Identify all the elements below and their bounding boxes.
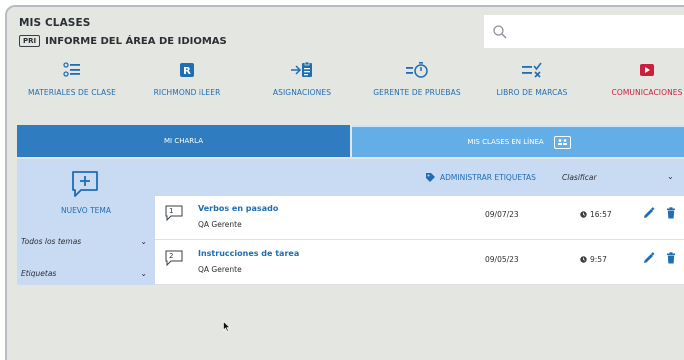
topic-date: 09/05/23 <box>485 255 519 264</box>
class-name: INFORME DEL ÁREA DE IDIOMAS <box>45 35 227 47</box>
edit-icon[interactable] <box>643 207 655 219</box>
topic-time-value: 9:57 <box>590 255 607 264</box>
chevron-down-icon[interactable]: ⌄ <box>667 172 674 181</box>
tab-label: MIS CLASES EN LÍNEA <box>467 138 544 146</box>
level-badge: PRI <box>19 35 41 47</box>
search-icon <box>493 25 507 39</box>
nav-gradebook[interactable]: LIBRO DE MARCAS <box>477 59 587 97</box>
topic-row[interactable]: 2 Instrucciones de tarea QA Gerente 09/0… <box>155 241 684 285</box>
tab-bar: MI CHARLA MIS CLASES EN LÍNEA <box>17 125 684 157</box>
tab-online-classes[interactable]: MIS CLASES EN LÍNEA <box>352 125 684 157</box>
sort-dropdown[interactable]: Clasificar <box>562 173 597 182</box>
new-topic-button[interactable]: NUEVO TEMA <box>17 206 155 215</box>
nav-class-materials[interactable]: MATERIALES DE CLASE <box>17 59 127 97</box>
filter-label: Todos los temas <box>21 236 82 246</box>
comment-count-icon <box>165 250 183 266</box>
nav-label: LIBRO DE MARCAS <box>496 88 568 97</box>
new-topic-icon[interactable] <box>70 169 100 199</box>
app-frame: MIS CLASES PRI INFORME DEL ÁREA DE IDIOM… <box>5 5 684 360</box>
timer-icon <box>406 62 428 78</box>
nav-test-manager[interactable]: GERENTE DE PRUEBAS <box>362 59 472 97</box>
filter-tags[interactable]: Etiquetas ⌄ <box>21 265 151 281</box>
nav-assignments[interactable]: ASIGNACIONES <box>247 59 357 97</box>
topic-author: QA Gerente <box>198 220 242 229</box>
topics-sidebar: NUEVO TEMA Todos los temas ⌄ Etiquetas ⌄ <box>17 159 155 285</box>
tag-icon <box>426 173 435 182</box>
list-icon <box>63 62 80 77</box>
clock-icon <box>580 211 587 218</box>
topic-row[interactable]: 1 Verbos en pasado QA Gerente 09/07/23 1… <box>155 196 684 240</box>
class-subtitle: PRI INFORME DEL ÁREA DE IDIOMAS <box>19 35 227 47</box>
assignment-icon <box>291 61 312 77</box>
topic-title[interactable]: Instrucciones de tarea <box>198 249 299 258</box>
page-title: MIS CLASES <box>19 17 91 29</box>
chevron-down-icon: ⌄ <box>140 236 147 246</box>
topic-title[interactable]: Verbos en pasado <box>198 204 278 213</box>
edit-icon[interactable] <box>643 252 655 264</box>
mouse-cursor-icon <box>223 321 231 332</box>
nav-label: MATERIALES DE CLASE <box>28 88 116 97</box>
header: MIS CLASES PRI INFORME DEL ÁREA DE IDIOM… <box>7 7 684 49</box>
nav-label: RICHMOND iLEER <box>153 88 221 97</box>
trash-icon[interactable] <box>666 252 676 264</box>
main-nav: MATERIALES DE CLASE R RICHMOND iLEER ASI… <box>7 59 684 109</box>
topic-author: QA Gerente <box>198 265 242 274</box>
filter-label: Etiquetas <box>21 268 57 278</box>
nav-label: GERENTE DE PRUEBAS <box>373 88 461 97</box>
search-box[interactable] <box>484 15 684 48</box>
tab-my-chat[interactable]: MI CHARLA <box>17 125 350 157</box>
topics-list: 1 Verbos en pasado QA Gerente 09/07/23 1… <box>155 196 684 285</box>
online-class-icon <box>553 135 571 149</box>
filter-all-topics[interactable]: Todos los temas ⌄ <box>21 233 151 249</box>
gradebook-icon <box>522 62 542 78</box>
topic-time: 16:57 <box>580 210 612 219</box>
clock-icon <box>580 256 587 263</box>
tab-label: MI CHARLA <box>164 137 203 145</box>
richmond-r-icon: R <box>180 63 194 77</box>
svg-text:R: R <box>183 66 191 77</box>
topic-number: 2 <box>169 252 174 260</box>
comment-count-icon <box>165 205 183 221</box>
manage-tags-button[interactable]: ADMINISTRAR ETIQUETAS <box>425 172 536 183</box>
manage-tags-label: ADMINISTRAR ETIQUETAS <box>440 173 536 182</box>
topic-time: 9:57 <box>580 255 607 264</box>
nav-label: COMUNICACIONES <box>611 88 683 97</box>
topic-time-value: 16:57 <box>590 210 612 219</box>
trash-icon[interactable] <box>666 207 676 219</box>
play-icon <box>640 64 654 76</box>
nav-richmond-ileer[interactable]: R RICHMOND iLEER <box>132 59 242 97</box>
nav-communications[interactable]: COMUNICACIONES <box>592 59 684 97</box>
topic-number: 1 <box>169 207 174 215</box>
chevron-down-icon: ⌄ <box>140 268 147 278</box>
search-input[interactable] <box>512 21 677 41</box>
topic-date: 09/07/23 <box>485 210 519 219</box>
nav-label: ASIGNACIONES <box>272 88 332 97</box>
